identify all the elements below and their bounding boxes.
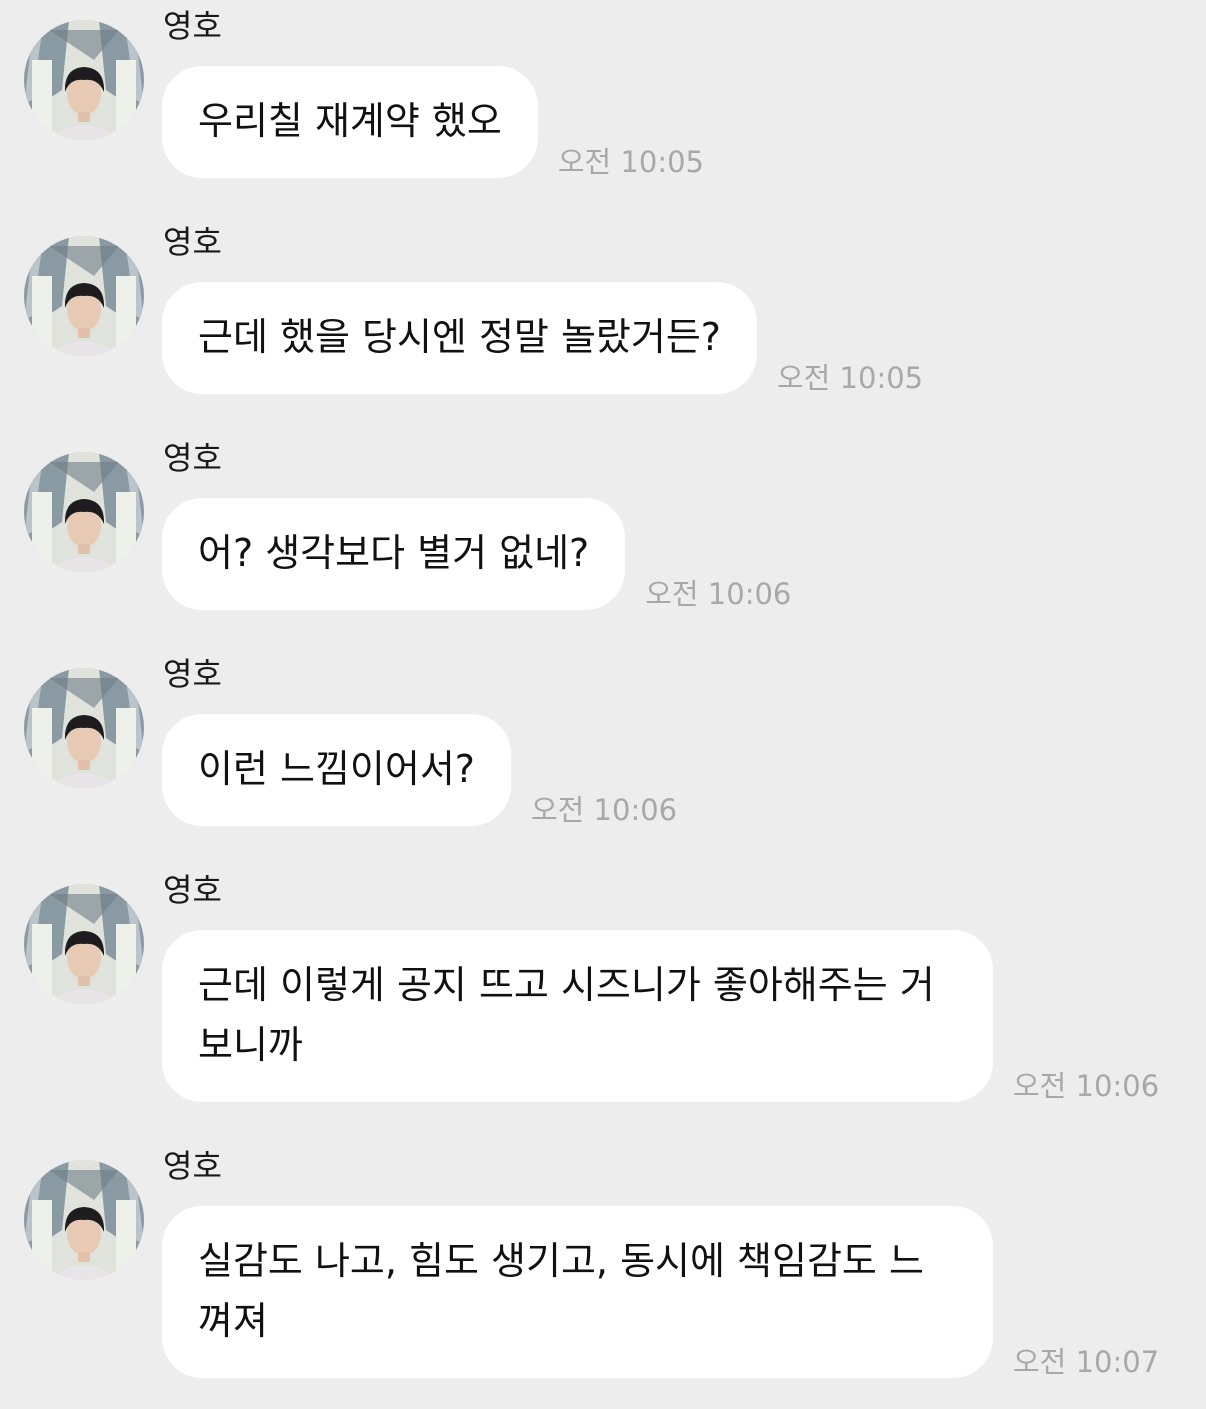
message-bubble[interactable]: 어? 생각보다 별거 없네? xyxy=(162,498,626,610)
sender-name: 영호 xyxy=(163,7,222,45)
sender-name: 영호 xyxy=(163,1147,222,1185)
profile-photo-icon xyxy=(24,668,144,788)
sender-name: 영호 xyxy=(163,871,222,909)
message-bubble[interactable]: 근데 했을 당시엔 정말 놀랐거든? xyxy=(162,282,757,394)
message-bubble[interactable]: 근데 이렇게 공지 뜨고 시즈니가 좋아해주는 거 보니까 xyxy=(162,930,993,1102)
message-timestamp: 오전 10:05 xyxy=(557,145,704,179)
message-timestamp: 오전 10:07 xyxy=(1013,1345,1160,1379)
avatar[interactable] xyxy=(24,452,144,572)
profile-photo-icon xyxy=(24,20,144,140)
profile-photo-icon xyxy=(24,236,144,356)
profile-photo-icon xyxy=(24,1160,144,1280)
sender-name: 영호 xyxy=(163,655,222,693)
message-timestamp: 오전 10:06 xyxy=(530,793,678,827)
avatar[interactable] xyxy=(24,668,144,788)
chat-log: 영호 우리칠 재계약 했오 오전 10:05 영호 근데 했을 당시엔 정말 놀… xyxy=(0,0,1206,1409)
avatar[interactable] xyxy=(24,20,144,140)
profile-photo-icon xyxy=(24,452,144,572)
sender-name: 영호 xyxy=(163,439,222,477)
message-row: 이런 느낌이어서? 오전 10:06 xyxy=(162,714,678,827)
message-row: 근데 이렇게 공지 뜨고 시즈니가 좋아해주는 거 보니까 오전 10:06 xyxy=(162,930,1160,1103)
message-timestamp: 오전 10:06 xyxy=(645,577,792,611)
message-row: 실감도 나고, 힘도 생기고, 동시에 책임감도 느껴져 오전 10:07 xyxy=(162,1206,1160,1379)
message-row: 어? 생각보다 별거 없네? 오전 10:06 xyxy=(162,498,792,611)
message-timestamp: 오전 10:06 xyxy=(1013,1069,1160,1103)
sender-name: 영호 xyxy=(163,223,222,261)
message-row: 근데 했을 당시엔 정말 놀랐거든? 오전 10:05 xyxy=(162,282,924,395)
message-bubble[interactable]: 실감도 나고, 힘도 생기고, 동시에 책임감도 느껴져 xyxy=(162,1206,993,1378)
avatar[interactable] xyxy=(24,1160,144,1280)
message-bubble[interactable]: 우리칠 재계약 했오 xyxy=(162,66,538,178)
message-timestamp: 오전 10:05 xyxy=(776,361,924,395)
avatar[interactable] xyxy=(24,236,144,356)
profile-photo-icon xyxy=(24,884,144,1004)
avatar[interactable] xyxy=(24,884,144,1004)
message-bubble[interactable]: 이런 느낌이어서? xyxy=(162,714,511,826)
message-row: 우리칠 재계약 했오 오전 10:05 xyxy=(162,66,704,179)
